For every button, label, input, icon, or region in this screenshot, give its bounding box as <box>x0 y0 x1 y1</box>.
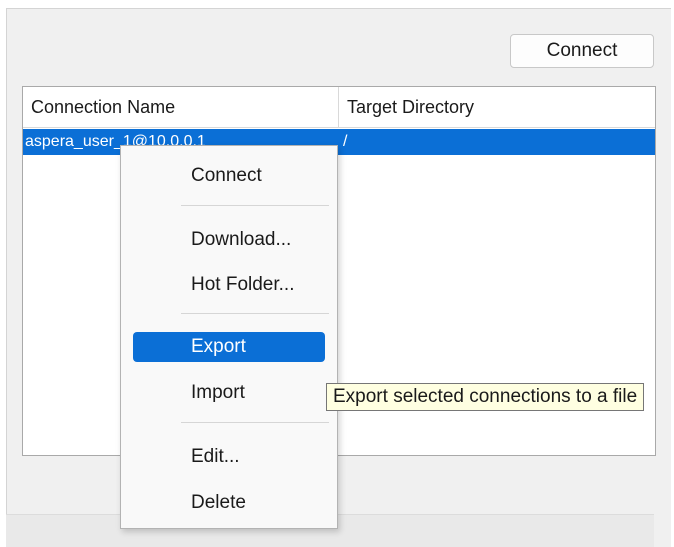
menu-item-export[interactable]: Export <box>133 332 325 362</box>
table-header: Connection Name Target Directory <box>23 87 655 128</box>
column-header-connection-name[interactable]: Connection Name <box>23 87 339 127</box>
menu-item-hot-folder[interactable]: Hot Folder... <box>133 270 325 300</box>
target-directory-cell: / <box>343 133 348 150</box>
menu-separator <box>181 205 329 206</box>
menu-item-edit[interactable]: Edit... <box>133 442 325 472</box>
table-row[interactable]: aspera_user_1@10.0.0.1 / <box>23 129 655 155</box>
connections-window: Connect Connection Name Target Directory… <box>0 0 674 547</box>
menu-separator <box>181 422 329 423</box>
connect-button[interactable]: Connect <box>510 34 654 68</box>
menu-item-download[interactable]: Download... <box>133 225 325 255</box>
menu-item-import[interactable]: Import <box>133 378 325 408</box>
context-menu: Connect Download... Hot Folder... Export… <box>120 145 338 529</box>
column-header-target-directory[interactable]: Target Directory <box>339 87 655 127</box>
menu-item-connect[interactable]: Connect <box>133 161 325 191</box>
menu-separator <box>181 313 329 314</box>
menu-item-delete[interactable]: Delete <box>133 488 325 518</box>
export-tooltip: Export selected connections to a file <box>326 383 645 411</box>
